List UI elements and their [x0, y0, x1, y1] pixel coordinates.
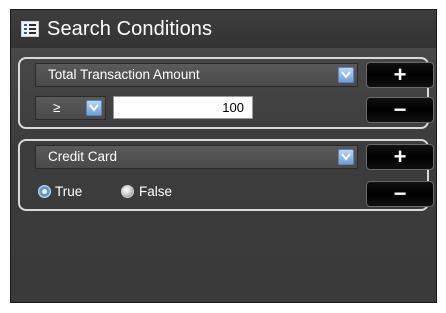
- radio-false[interactable]: False: [118, 183, 198, 201]
- radio-selected-icon[interactable]: [38, 185, 51, 198]
- field-select-label: Total Transaction Amount: [48, 67, 200, 82]
- field-select-amount[interactable]: Total Transaction Amount: [35, 63, 358, 87]
- operator-select[interactable]: ≥: [35, 96, 106, 120]
- remove-condition-button[interactable]: −: [366, 97, 434, 123]
- operator-label: ≥: [53, 100, 61, 115]
- remove-condition-button[interactable]: −: [366, 181, 434, 207]
- amount-value-input[interactable]: 100: [113, 96, 253, 119]
- window-title: Search Conditions: [47, 18, 213, 40]
- add-condition-button[interactable]: +: [366, 144, 434, 170]
- title-bar: Search Conditions: [11, 10, 436, 48]
- field-select-credit-card[interactable]: Credit Card: [35, 145, 358, 169]
- radio-true[interactable]: True: [36, 183, 116, 201]
- radio-false-label: False: [139, 184, 173, 199]
- chevron-down-icon[interactable]: [338, 67, 354, 83]
- radio-unselected-icon[interactable]: [121, 185, 134, 198]
- field-select-label: Credit Card: [48, 149, 118, 164]
- chevron-down-icon[interactable]: [338, 149, 354, 165]
- chevron-down-icon[interactable]: [86, 100, 102, 116]
- radio-true-label: True: [55, 184, 83, 199]
- list-icon: [21, 21, 39, 37]
- add-condition-button[interactable]: +: [366, 62, 434, 88]
